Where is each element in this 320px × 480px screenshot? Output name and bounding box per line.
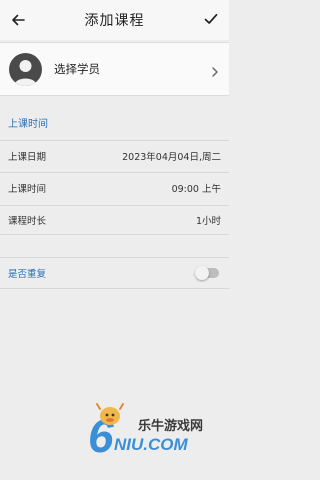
lesson-time-row[interactable]: 上课时间 09:00 上午 bbox=[0, 172, 229, 202]
toggle-knob bbox=[195, 266, 209, 280]
lesson-duration-value: 1小时 bbox=[195, 216, 221, 227]
domain-text: NIU.COM bbox=[114, 435, 189, 454]
lesson-date-row[interactable]: 上课日期 2023年04月04日,周二 bbox=[0, 140, 229, 170]
lesson-duration-row[interactable]: 课程时长 1小时 bbox=[0, 205, 229, 235]
page-title: 添加课程 bbox=[84, 13, 145, 29]
person-icon bbox=[14, 59, 37, 86]
select-student-label: 选择学员 bbox=[54, 62, 100, 76]
section-title-schedule: 上课时间 bbox=[8, 119, 48, 130]
chevron-right-icon bbox=[211, 62, 219, 81]
check-icon bbox=[204, 13, 218, 24]
repeat-row: 是否重复 bbox=[0, 257, 229, 289]
lesson-time-value: 09:00 上午 bbox=[171, 183, 221, 195]
select-student-row[interactable]: 选择学员 bbox=[0, 42, 229, 96]
confirm-button[interactable] bbox=[201, 9, 221, 29]
avatar bbox=[9, 52, 42, 86]
brand-text: 乐牛游戏网 bbox=[138, 418, 203, 434]
repeat-toggle[interactable] bbox=[195, 266, 219, 280]
lesson-time-label: 上课时间 bbox=[8, 183, 47, 195]
watermark-logo: 6 乐牛游戏网 NIU.COM bbox=[88, 402, 218, 462]
repeat-label: 是否重复 bbox=[8, 269, 47, 280]
arrow-left-icon bbox=[12, 14, 25, 26]
lesson-date-label: 上课日期 bbox=[8, 151, 47, 163]
top-bar: 添加课程 bbox=[0, 0, 229, 40]
lesson-date-value: 2023年04月04日,周二 bbox=[122, 151, 221, 163]
back-button[interactable] bbox=[8, 10, 28, 30]
lesson-duration-label: 课程时长 bbox=[8, 216, 47, 227]
